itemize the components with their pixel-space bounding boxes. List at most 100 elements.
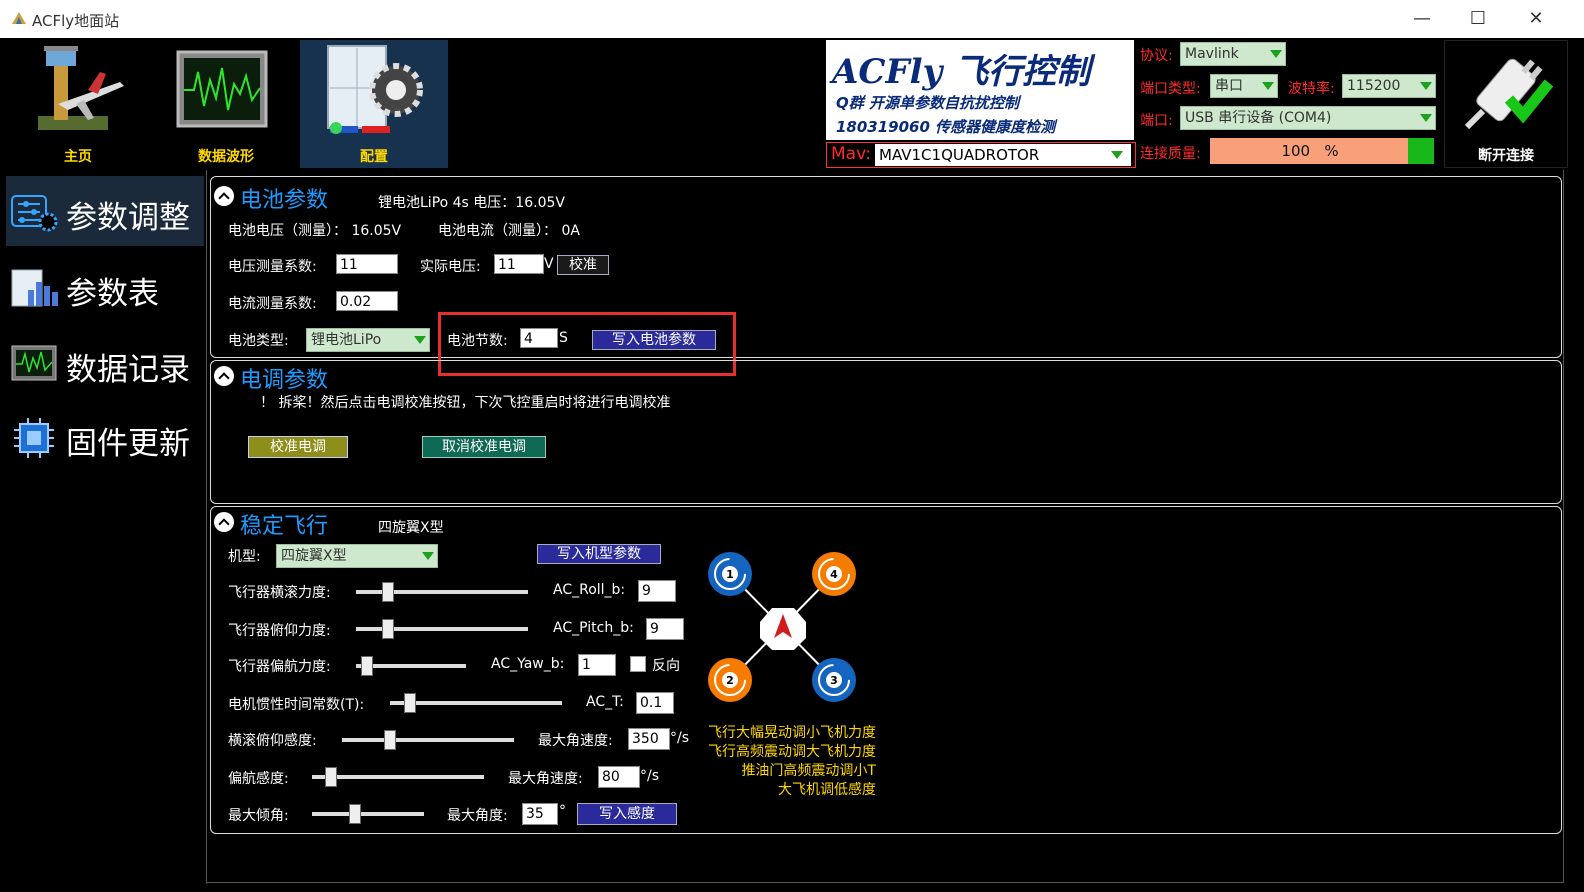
tau-input[interactable]: 0.1 xyxy=(636,692,674,714)
sidebar-item-label: 参数调整 xyxy=(66,200,190,236)
app-logo-icon xyxy=(12,12,26,24)
motor-1: 1 xyxy=(708,552,752,596)
rp-sensitivity-slider[interactable] xyxy=(342,738,514,742)
rp-max-rate-label: 最大角速度: xyxy=(538,733,613,749)
rp-rate-unit: °/s xyxy=(670,730,690,746)
config-gear-icon xyxy=(327,45,423,134)
esc-title: 电调参数 xyxy=(240,368,329,393)
sidebar-item-param-table[interactable]: 参数表 xyxy=(6,252,204,322)
frame-label: 机型: xyxy=(228,549,261,565)
motor-1-label: 1 xyxy=(726,568,734,581)
esc-panel xyxy=(210,360,1562,504)
collapse-icon[interactable] xyxy=(214,186,234,206)
write-battery-button[interactable]: 写入电池参数 xyxy=(592,330,716,350)
baud-label: 波特率: xyxy=(1288,81,1335,97)
tau-label: 电机惯性时间常数(T): xyxy=(228,697,365,713)
chevron-down-icon[interactable] xyxy=(1270,50,1282,58)
calibrate-voltage-button[interactable]: 校准 xyxy=(557,255,609,275)
frame-summary: 四旋翼X型 xyxy=(378,520,444,536)
sidebar-item-data-log[interactable]: 数据记录 xyxy=(6,328,204,398)
nav-waveform-button[interactable]: 数据波形 xyxy=(152,40,300,168)
cells-input[interactable]: 4 xyxy=(520,328,558,348)
port-type-select[interactable]: 串口 xyxy=(1210,74,1278,98)
calibrate-esc-button[interactable]: 校准电调 xyxy=(248,436,348,458)
bar-chart-icon xyxy=(11,269,58,307)
write-frame-button[interactable]: 写入机型参数 xyxy=(537,544,661,564)
battery-measured-current: 电池电流（测量）： 0A xyxy=(438,223,580,239)
waveform-monitor-icon xyxy=(11,345,57,381)
cancel-esc-calibration-button[interactable]: 取消校准电调 xyxy=(422,436,546,458)
reverse-checkbox[interactable] xyxy=(630,656,646,672)
max-tilt-slider[interactable] xyxy=(312,812,424,816)
protocol-select[interactable]: Mavlink xyxy=(1180,42,1286,66)
pitch-input[interactable]: 9 xyxy=(646,618,684,640)
frame-select[interactable]: 四旋翼X型 xyxy=(276,544,438,568)
battery-title: 电池参数 xyxy=(240,188,329,213)
chevron-down-icon[interactable] xyxy=(1111,151,1123,159)
pitch-slider-thumb[interactable] xyxy=(382,619,394,639)
current-coef-input[interactable]: 0.02 xyxy=(336,291,398,311)
quality-value: 100 % xyxy=(1281,142,1339,160)
brand-line3: 180319060 传感器健康度检测 xyxy=(836,118,1056,136)
actual-voltage-input[interactable]: 11 xyxy=(494,254,544,274)
chevron-down-icon[interactable] xyxy=(1420,114,1432,122)
sidebar-item-param-tuning[interactable]: 参数调整 xyxy=(6,176,204,246)
rp-sensitivity-label: 横滚俯仰感度: xyxy=(228,733,317,749)
chevron-down-icon[interactable] xyxy=(1262,82,1274,90)
roll-slider-thumb[interactable] xyxy=(382,582,394,602)
rp-sensitivity-slider-thumb[interactable] xyxy=(384,730,396,750)
max-tilt-slider-thumb[interactable] xyxy=(349,804,361,824)
yaw-param-label: AC_Yaw_b: xyxy=(491,656,565,672)
yaw-input[interactable]: 1 xyxy=(578,654,616,676)
mav-label: Mav: xyxy=(831,144,871,164)
actual-voltage-unit: V xyxy=(544,256,554,272)
chevron-down-icon[interactable] xyxy=(414,336,426,344)
close-button[interactable]: ✕ xyxy=(1522,8,1550,30)
nav-config-button[interactable]: 配置 xyxy=(300,40,448,168)
cells-unit: S xyxy=(559,330,568,346)
yaw-max-rate-input[interactable]: 80 xyxy=(598,766,640,788)
voltage-coef-input[interactable]: 11 xyxy=(336,254,398,274)
maximize-button[interactable]: ☐ xyxy=(1464,8,1492,30)
actual-voltage-label: 实际电压: xyxy=(420,259,481,275)
mav-select[interactable]: Mav: MAV1C1QUADROTOR xyxy=(826,142,1136,168)
motor-4: 4 xyxy=(812,552,856,596)
reverse-label: 反向 xyxy=(652,658,680,674)
yaw-slider-thumb[interactable] xyxy=(361,656,373,676)
pitch-strength-label: 飞行器俯仰力度: xyxy=(228,623,331,639)
chevron-down-icon[interactable] xyxy=(422,552,434,560)
yaw-rate-unit: °/s xyxy=(640,768,660,784)
yaw-sensitivity-slider-thumb[interactable] xyxy=(325,767,337,787)
baud-select[interactable]: 115200 xyxy=(1342,74,1436,98)
sidebar-item-label: 数据记录 xyxy=(66,352,190,388)
sidebar-item-firmware[interactable]: 固件更新 xyxy=(6,402,204,472)
voltage-coef-label: 电压测量系数: xyxy=(228,259,317,275)
motor-2-label: 2 xyxy=(726,674,734,687)
sidebar-item-label: 固件更新 xyxy=(66,426,190,462)
nav-config-label: 配置 xyxy=(360,149,388,165)
battery-type-select[interactable]: 锂电池LiPo xyxy=(306,328,430,352)
baud-value: 115200 xyxy=(1347,78,1401,94)
max-angle-input[interactable]: 35 xyxy=(522,803,558,825)
battery-type-value: 锂电池LiPo xyxy=(311,332,382,348)
mav-combo[interactable]: MAV1C1QUADROTOR xyxy=(875,144,1131,166)
yaw-sensitivity-label: 偏航感度: xyxy=(228,771,289,787)
write-sensitivity-button[interactable]: 写入感度 xyxy=(577,803,677,825)
tau-slider-thumb[interactable] xyxy=(404,693,416,713)
disconnect-button[interactable]: 断开连接 xyxy=(1444,40,1568,168)
port-value: USB 串行设备 (COM4) xyxy=(1185,110,1332,126)
angle-unit: ° xyxy=(559,803,566,819)
sliders-settings-icon xyxy=(11,195,58,232)
roll-input[interactable]: 9 xyxy=(638,580,676,602)
collapse-icon[interactable] xyxy=(214,366,234,386)
nav-home-button[interactable]: 主页 xyxy=(4,40,152,168)
roll-strength-label: 飞行器横滚力度: xyxy=(228,585,331,601)
rp-max-rate-input[interactable]: 350 xyxy=(628,728,670,750)
quality-bar-fill xyxy=(1408,138,1434,164)
port-select[interactable]: USB 串行设备 (COM4) xyxy=(1180,106,1436,130)
plug-connected-icon xyxy=(1464,58,1553,130)
minimize-button[interactable]: — xyxy=(1408,8,1436,30)
yaw-sensitivity-slider[interactable] xyxy=(312,775,484,779)
chevron-down-icon[interactable] xyxy=(1420,82,1432,90)
collapse-icon[interactable] xyxy=(214,512,234,532)
